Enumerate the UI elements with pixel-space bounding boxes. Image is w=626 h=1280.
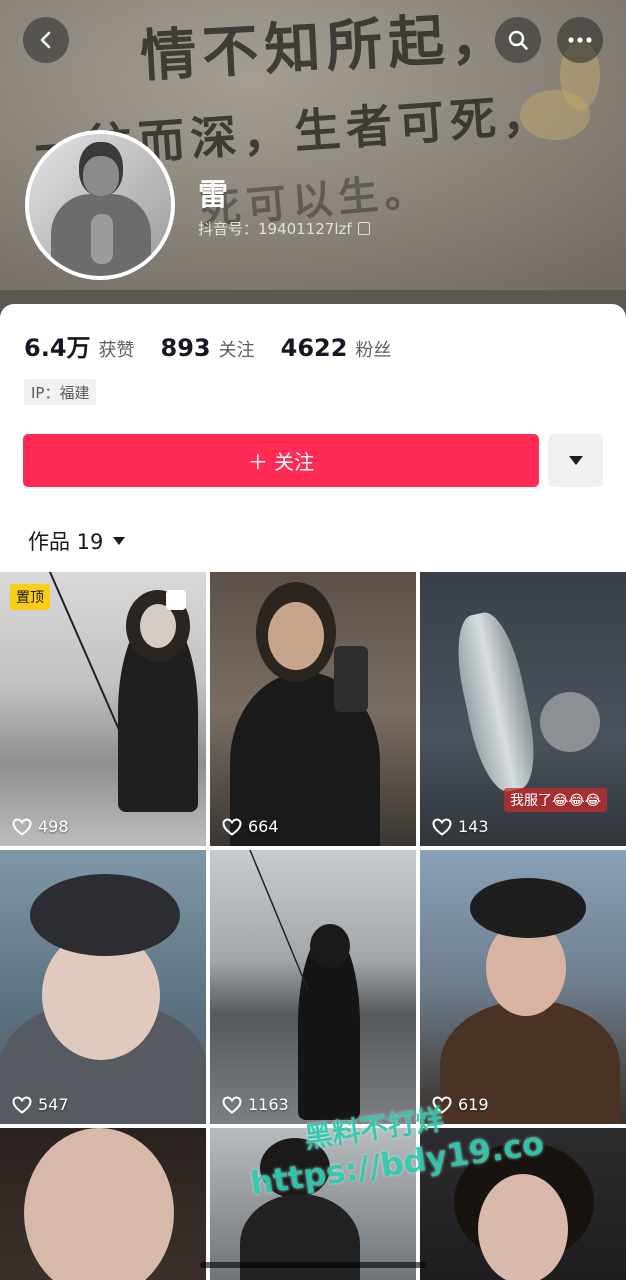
stat-following[interactable]: 893 关注: [161, 334, 255, 362]
tab-works-label: 作品 19: [28, 530, 104, 554]
stat-label: 获赞: [98, 340, 135, 361]
nickname: 雷: [198, 178, 228, 213]
heart-icon: [222, 817, 242, 836]
douyin-id-text: 抖音号：19401127lzf: [198, 220, 352, 238]
douyin-id[interactable]: 抖音号：19401127lzf: [198, 218, 370, 239]
video-likes: 143: [432, 817, 489, 836]
video-caption-overlay: 我服了😂😂😂: [504, 788, 608, 812]
triangle-down-icon: [568, 456, 583, 465]
reel: [540, 692, 600, 752]
caret-down-icon: [113, 537, 126, 545]
stat-label: 粉丝: [355, 340, 392, 361]
video-tile[interactable]: 664: [210, 572, 416, 846]
heart-icon: [432, 817, 452, 836]
video-tile[interactable]: 我服了😂😂😂 143: [420, 572, 626, 846]
pinned-badge: 置顶: [10, 584, 50, 610]
select-checkbox[interactable]: [166, 590, 186, 610]
stats-row: 6.4万 获赞 893 关注 4622 粉丝: [24, 328, 391, 363]
stat-label: 关注: [218, 340, 255, 361]
more-horizontal-icon: [568, 37, 592, 43]
heart-icon: [12, 817, 32, 836]
phone: [334, 646, 368, 712]
search-icon: [508, 30, 528, 50]
video-likes: 547: [12, 1095, 69, 1114]
search-button[interactable]: [495, 17, 541, 63]
heart-icon: [222, 1095, 242, 1114]
likes-count: 1163: [248, 1095, 289, 1114]
stat-value: 6.4万: [24, 334, 91, 362]
chevron-left-icon: [40, 31, 51, 49]
beret: [30, 874, 180, 956]
avatar[interactable]: [25, 130, 175, 280]
follow-button[interactable]: ＋ 关注: [23, 434, 539, 487]
home-indicator[interactable]: [200, 1262, 426, 1268]
likes-count: 498: [38, 817, 69, 836]
copy-icon[interactable]: [357, 222, 370, 235]
back-button[interactable]: [23, 17, 69, 63]
more-button[interactable]: [557, 17, 603, 63]
video-tile[interactable]: [0, 1128, 206, 1280]
video-tile[interactable]: 547: [0, 850, 206, 1124]
video-tile[interactable]: 置顶 498: [0, 572, 206, 846]
heart-icon: [12, 1095, 32, 1114]
likes-count: 143: [458, 817, 489, 836]
stat-likes[interactable]: 6.4万 获赞: [24, 328, 135, 363]
stat-value: 4622: [280, 334, 348, 362]
video-likes: 664: [222, 817, 279, 836]
tab-works[interactable]: 作品 19: [28, 526, 126, 556]
likes-count: 547: [38, 1095, 69, 1114]
beret: [470, 878, 586, 938]
video-tile[interactable]: 1163: [210, 850, 416, 1124]
stat-value: 893: [160, 334, 211, 362]
stat-followers[interactable]: 4622 粉丝: [281, 334, 392, 362]
video-likes: 498: [12, 817, 69, 836]
ip-location-tag: IP：福建: [24, 379, 97, 405]
likes-count: 664: [248, 817, 279, 836]
recommend-dropdown-button[interactable]: [548, 434, 603, 487]
video-likes: 1163: [222, 1095, 289, 1114]
